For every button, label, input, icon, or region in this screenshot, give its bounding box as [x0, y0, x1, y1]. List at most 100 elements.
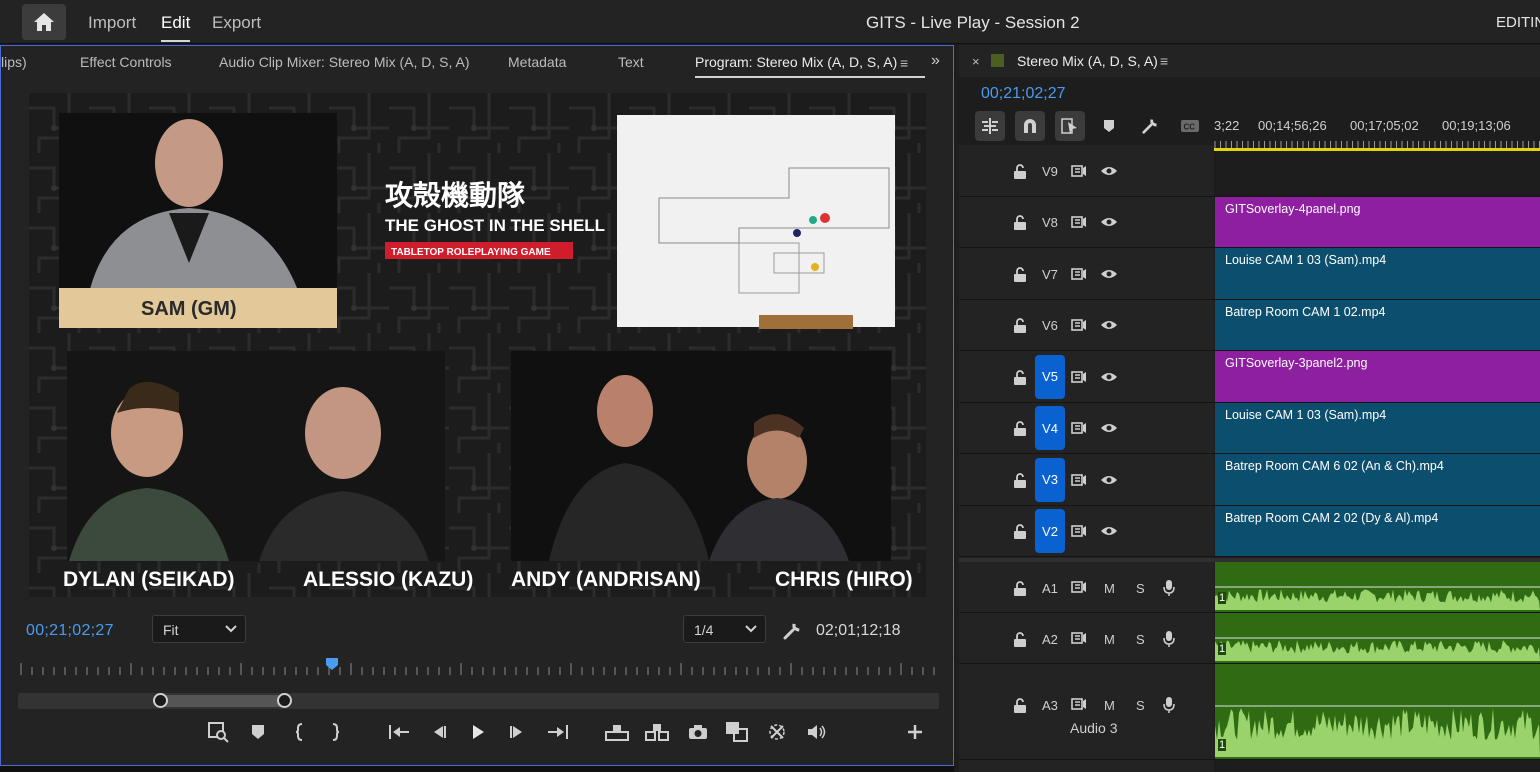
go-to-in-button[interactable]	[387, 720, 411, 744]
sync-lock-icon[interactable]	[1071, 631, 1087, 645]
track-target-toggle[interactable]: V2	[1035, 509, 1065, 554]
workspace-mode-label[interactable]: EDITING	[1496, 14, 1540, 31]
solo-button[interactable]: S	[1136, 698, 1145, 713]
microphone-icon[interactable]	[1162, 696, 1176, 714]
tab-import[interactable]: Import	[88, 13, 136, 33]
step-forward-button[interactable]	[505, 720, 529, 744]
export-frame-button[interactable]	[206, 720, 230, 744]
solo-button[interactable]: S	[1136, 632, 1145, 647]
button-editor-button[interactable]	[903, 720, 927, 744]
lock-icon[interactable]	[1013, 472, 1027, 489]
mute-button[interactable]: M	[1104, 632, 1115, 647]
step-back-button[interactable]	[427, 720, 451, 744]
track-name[interactable]: V6	[1042, 318, 1058, 333]
lock-icon[interactable]	[1013, 369, 1027, 386]
track-name[interactable]: A2	[1042, 632, 1058, 647]
eye-icon[interactable]	[1100, 422, 1118, 434]
mute-button[interactable]: M	[1104, 698, 1115, 713]
captions-button[interactable]: CC	[1180, 117, 1200, 135]
eye-icon[interactable]	[1100, 319, 1118, 331]
audio-clip[interactable]: 1	[1215, 562, 1540, 612]
snap-button[interactable]	[1015, 111, 1045, 141]
sync-lock-icon[interactable]	[1071, 370, 1087, 384]
tab-audio-clip-mixer[interactable]: Audio Clip Mixer: Stereo Mix (A, D, S, A…	[219, 54, 470, 70]
monitor-time-ruler[interactable]	[19, 662, 939, 678]
zoom-level-select[interactable]: Fit	[152, 615, 246, 643]
timeline-timecode[interactable]: 00;21;02;27	[981, 85, 1066, 103]
lock-icon[interactable]	[1013, 524, 1027, 540]
solo-button[interactable]: S	[1136, 581, 1145, 596]
track-name[interactable]: V8	[1042, 215, 1058, 230]
zoom-scroll-bar[interactable]	[18, 693, 939, 709]
tab-export[interactable]: Export	[212, 13, 261, 33]
wrench-icon[interactable]	[782, 621, 802, 641]
toggle-proxies-button[interactable]	[765, 720, 789, 744]
tab-project-clips[interactable]: lips)	[1, 54, 27, 70]
tab-effect-controls[interactable]: Effect Controls	[80, 54, 172, 70]
lock-icon[interactable]	[1013, 266, 1027, 283]
timeline-clip[interactable]: Batrep Room CAM 6 02 (An & Ch).mp4	[1215, 454, 1540, 505]
program-video-frame[interactable]: SAM (GM) 攻殻機動隊 THE GHOST IN THE SHELL TA…	[29, 93, 926, 597]
tab-overflow-icon[interactable]: »	[931, 52, 940, 70]
lift-button[interactable]	[605, 720, 629, 744]
sequence-menu-icon[interactable]: ≡	[1160, 53, 1168, 69]
sync-lock-icon[interactable]	[1071, 318, 1087, 332]
playhead-marker[interactable]	[325, 657, 339, 671]
timeline-settings-button[interactable]	[1140, 117, 1160, 135]
home-button[interactable]	[22, 4, 66, 40]
lock-icon[interactable]	[1013, 631, 1027, 648]
playhead-timecode[interactable]: 00;21;02;27	[26, 622, 114, 640]
eye-icon[interactable]	[1100, 525, 1118, 537]
mute-button[interactable]: M	[1104, 581, 1115, 596]
sync-lock-icon[interactable]	[1071, 473, 1087, 487]
track-name[interactable]: V9	[1042, 164, 1058, 179]
timeline-clip[interactable]: Louise CAM 1 03 (Sam).mp4	[1215, 402, 1540, 453]
sequence-tab[interactable]: Stereo Mix (A, D, S, A)	[1017, 53, 1158, 69]
eye-icon[interactable]	[1100, 216, 1118, 228]
microphone-icon[interactable]	[1162, 630, 1176, 648]
add-marker-button[interactable]	[246, 720, 270, 744]
insert-nest-button[interactable]	[975, 111, 1005, 141]
track-name[interactable]: A1	[1042, 581, 1058, 596]
sync-lock-icon[interactable]	[1071, 164, 1087, 178]
eye-icon[interactable]	[1100, 474, 1118, 486]
audio-clip[interactable]: 1	[1215, 613, 1540, 663]
zoom-start-handle[interactable]	[152, 693, 168, 708]
timeline-clip[interactable]: Batrep Room CAM 1 02.mp4	[1215, 299, 1540, 350]
sync-lock-icon[interactable]	[1071, 421, 1087, 435]
sync-lock-icon[interactable]	[1071, 697, 1087, 711]
mark-out-button[interactable]	[323, 720, 347, 744]
tab-metadata[interactable]: Metadata	[508, 54, 566, 70]
eye-icon[interactable]	[1100, 165, 1118, 177]
lock-icon[interactable]	[1013, 318, 1027, 334]
lock-icon[interactable]	[1013, 698, 1027, 714]
eye-icon[interactable]	[1100, 371, 1118, 383]
timeline-clip[interactable]: GITSoverlay-4panel.png	[1215, 196, 1540, 247]
sync-lock-icon[interactable]	[1071, 580, 1087, 594]
extract-button[interactable]	[645, 720, 669, 744]
track-target-toggle[interactable]: V5	[1035, 354, 1065, 399]
timeline-clip[interactable]: Batrep Room CAM 2 02 (Dy & Al).mp4	[1215, 505, 1540, 556]
track-target-toggle[interactable]: V4	[1035, 406, 1065, 451]
audio-clip[interactable]: 1	[1215, 664, 1540, 759]
volume-button[interactable]	[805, 720, 829, 744]
tab-edit[interactable]: Edit	[161, 13, 191, 42]
export-frame-camera-button[interactable]	[686, 720, 710, 744]
microphone-icon[interactable]	[1162, 579, 1176, 597]
lock-icon[interactable]	[1013, 215, 1027, 231]
lock-icon[interactable]	[1013, 421, 1027, 437]
mark-in-button[interactable]	[288, 720, 312, 744]
go-to-out-button[interactable]	[546, 720, 570, 744]
timeline-clip[interactable]: GITSoverlay-3panel2.png	[1215, 351, 1540, 402]
track-name[interactable]: A3	[1042, 698, 1058, 713]
lock-icon[interactable]	[1013, 163, 1027, 180]
tab-text[interactable]: Text	[618, 54, 644, 70]
tab-program-monitor[interactable]: Program: Stereo Mix (A, D, S, A)	[695, 54, 926, 78]
add-marker-timeline-button[interactable]	[1099, 117, 1119, 135]
sync-lock-icon[interactable]	[1071, 524, 1087, 538]
panel-menu-icon[interactable]: ≡	[900, 55, 912, 71]
sync-lock-icon[interactable]	[1071, 215, 1087, 229]
linked-selection-button[interactable]	[1055, 111, 1085, 141]
track-target-toggle[interactable]: V3	[1035, 457, 1065, 502]
eye-icon[interactable]	[1100, 268, 1118, 280]
